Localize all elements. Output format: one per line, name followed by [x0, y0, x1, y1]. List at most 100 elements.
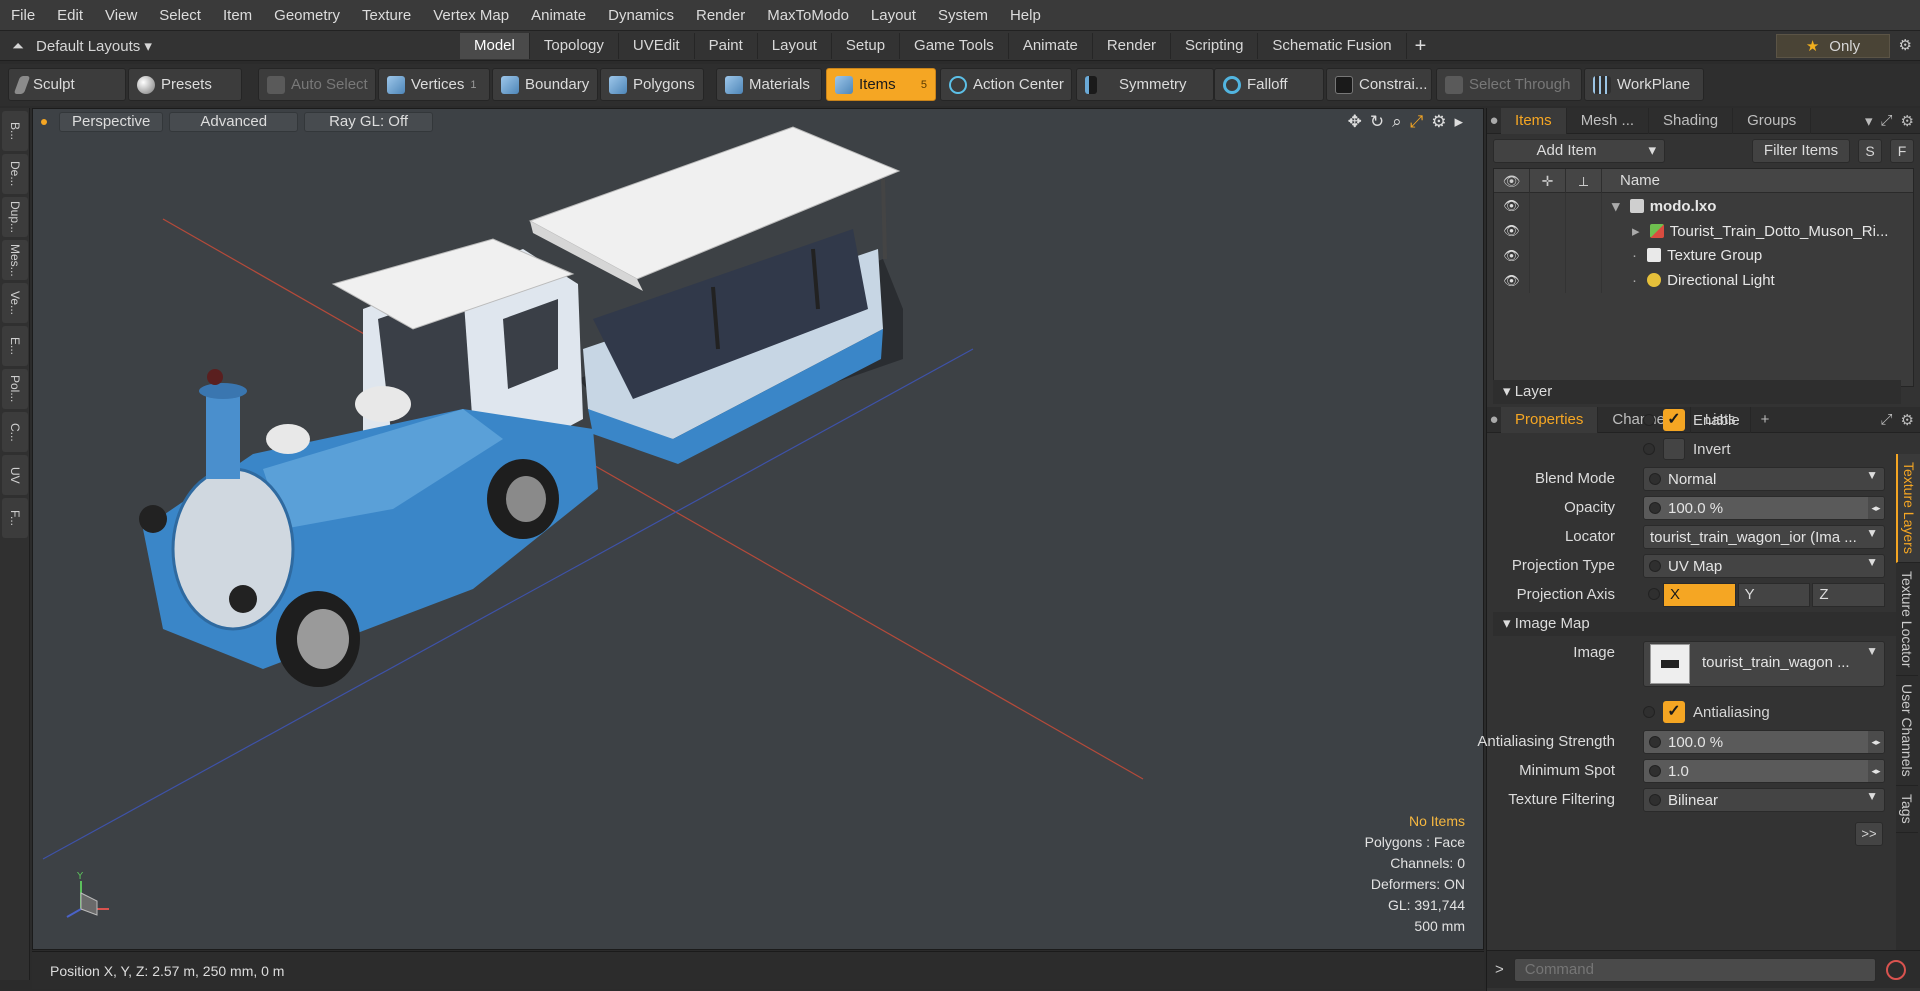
items-button[interactable]: Items 5 — [826, 68, 936, 101]
opacity-slider[interactable]: 100.0 % ◂▸ — [1643, 496, 1885, 520]
viewport-settings-icon[interactable]: ⚙ — [1431, 112, 1446, 132]
tab-groups[interactable]: Groups — [1733, 107, 1812, 134]
axis-x-button[interactable]: X — [1663, 583, 1736, 607]
menu-view[interactable]: View — [94, 0, 148, 31]
auto-select-button[interactable]: Auto Select — [258, 68, 376, 101]
shading-dropdown[interactable]: Advanced — [169, 112, 299, 132]
menu-item[interactable]: Item — [212, 0, 263, 31]
menu-system[interactable]: System — [927, 0, 999, 31]
item-row[interactable]: 👁 ▾ modo.lxo — [1494, 193, 1913, 218]
eye-icon[interactable]: 👁 — [1494, 243, 1530, 268]
blend-mode-select[interactable]: Normal ▼ — [1643, 467, 1885, 491]
invert-checkbox[interactable]: Invert — [1643, 438, 1731, 460]
tab-game-tools[interactable]: Game Tools — [900, 33, 1009, 59]
eye-icon[interactable]: 👁 — [1494, 218, 1530, 243]
tab-items[interactable]: Items — [1501, 107, 1567, 134]
left-strip-tab-4[interactable]: Ve... — [2, 283, 28, 323]
menu-vertex-map[interactable]: Vertex Map — [422, 0, 520, 31]
more-button[interactable]: >> — [1855, 822, 1883, 846]
tab-mesh[interactable]: Mesh ... — [1567, 107, 1650, 134]
lock-slot[interactable] — [1530, 218, 1566, 243]
command-input[interactable] — [1513, 957, 1876, 982]
panel-menu-dot-icon[interactable]: ● — [1487, 112, 1501, 129]
eye-icon[interactable]: 👁 — [1494, 268, 1530, 293]
antialiasing-checkbox[interactable]: ✓ Antialiasing — [1643, 701, 1770, 723]
layouts-selector[interactable]: ⏶ Default Layouts ▾ — [12, 31, 152, 61]
left-strip-tab-1[interactable]: De... — [2, 154, 28, 194]
maximize-icon[interactable]: ⤢ — [1410, 112, 1424, 132]
tab-render[interactable]: Render — [1093, 33, 1172, 59]
sculpt-button[interactable]: Sculpt — [8, 68, 126, 101]
left-strip-tab-3[interactable]: Mes... — [2, 240, 28, 280]
menu-help[interactable]: Help — [999, 0, 1052, 31]
perspective-dropdown[interactable]: Perspective — [59, 112, 164, 132]
collapsed-arrow-icon[interactable]: ▸ — [1632, 223, 1644, 240]
polygons-button[interactable]: Polygons — [600, 68, 704, 101]
panel-settings-icon[interactable]: ⚙ — [1901, 112, 1914, 130]
menu-animate[interactable]: Animate — [520, 0, 597, 31]
item-row[interactable]: 👁 · Directional Light — [1494, 268, 1913, 293]
tab-overflow-icon[interactable]: ▾ — [1865, 112, 1873, 130]
vertices-button[interactable]: Vertices 1 — [378, 68, 490, 101]
viewport-expand-arrow-icon[interactable]: ▸ — [1454, 112, 1463, 132]
minimum-spot-slider[interactable]: 1.0 ◂▸ — [1643, 759, 1885, 783]
panel-maximize-icon[interactable]: ⤢ — [1881, 112, 1893, 130]
tab-scripting[interactable]: Scripting — [1171, 33, 1259, 59]
menu-render[interactable]: Render — [685, 0, 756, 31]
image-map-section[interactable]: ▾ Image Map — [1493, 612, 1901, 636]
layouts-dropdown[interactable]: Default Layouts ▾ — [36, 37, 152, 55]
left-strip-tab-7[interactable]: C... — [2, 412, 28, 452]
filter-items-button[interactable]: Filter Items — [1752, 139, 1850, 163]
stepper-arrows-icon[interactable]: ◂▸ — [1868, 731, 1884, 753]
eye-icon[interactable]: 👁 — [1494, 193, 1530, 218]
type-column-icon[interactable]: ⟂ — [1566, 168, 1602, 193]
scene-canvas[interactable] — [33, 109, 1484, 950]
item-row[interactable]: 👁 · Texture Group — [1494, 243, 1913, 268]
projection-type-select[interactable]: UV Map ▼ — [1643, 554, 1885, 578]
collapse-arrow-icon[interactable]: ⏶ — [12, 38, 24, 55]
vtab-texture-locator[interactable]: Texture Locator — [1896, 563, 1918, 677]
zoom-icon[interactable]: ⌕ — [1392, 112, 1402, 132]
add-layout-tab-icon[interactable]: + — [1415, 35, 1427, 58]
constraints-button[interactable]: Constrai... — [1326, 68, 1432, 101]
lock-slot[interactable] — [1530, 243, 1566, 268]
menu-maxtomodo[interactable]: MaxToModo — [756, 0, 860, 31]
left-strip-tab-2[interactable]: Dup... — [2, 197, 28, 237]
menu-dynamics[interactable]: Dynamics — [597, 0, 685, 31]
left-strip-tab-9[interactable]: F... — [2, 498, 28, 538]
image-select[interactable]: tourist_train_wagon ... ▼ — [1643, 641, 1885, 687]
axis-y-button[interactable]: Y — [1737, 583, 1811, 607]
item-row[interactable]: 👁 ▸ Tourist_Train_Dotto_Muson_Ri... — [1494, 218, 1913, 243]
lock-column-icon[interactable]: ✛ — [1530, 168, 1566, 193]
add-item-button[interactable]: Add Item ▾ — [1493, 139, 1665, 163]
gear-icon[interactable]: ⚙ — [1899, 36, 1912, 54]
tab-model[interactable]: Model — [460, 33, 530, 59]
left-strip-tab-0[interactable]: B... — [2, 111, 28, 151]
tab-topology[interactable]: Topology — [530, 33, 619, 59]
vtab-texture-layers[interactable]: Texture Layers — [1896, 454, 1920, 563]
left-strip-tab-5[interactable]: E... — [2, 326, 28, 366]
3d-viewport[interactable]: Perspective Advanced Ray GL: Off ✥ ↻ ⌕ ⤢… — [32, 108, 1484, 950]
menu-file[interactable]: File — [0, 0, 46, 31]
boundary-button[interactable]: Boundary — [492, 68, 598, 101]
workplane-button[interactable]: WorkPlane — [1584, 68, 1704, 101]
raygl-dropdown[interactable]: Ray GL: Off — [304, 112, 434, 132]
f-button[interactable]: F — [1890, 139, 1914, 163]
viewport-menu-dot[interactable] — [41, 119, 47, 125]
symmetry-button[interactable]: Symmetry — [1076, 68, 1214, 101]
menu-texture[interactable]: Texture — [351, 0, 422, 31]
record-macro-icon[interactable] — [1885, 959, 1906, 980]
expanded-arrow-icon[interactable]: ▾ — [1612, 198, 1624, 215]
layer-section[interactable]: ▾ Layer — [1493, 380, 1901, 404]
vtab-user-channels[interactable]: User Channels — [1896, 676, 1918, 786]
menu-layout[interactable]: Layout — [860, 0, 927, 31]
falloff-button[interactable]: Falloff — [1214, 68, 1324, 101]
enable-checkbox[interactable]: ✓ Enable — [1643, 409, 1740, 431]
name-column-header[interactable]: Name — [1602, 172, 1660, 189]
pan-icon[interactable]: ✥ — [1348, 112, 1362, 132]
menu-edit[interactable]: Edit — [46, 0, 94, 31]
tab-layout[interactable]: Layout — [758, 33, 832, 59]
left-strip-tab-8[interactable]: UV — [2, 455, 28, 495]
materials-button[interactable]: Materials — [716, 68, 822, 101]
lock-slot[interactable] — [1530, 268, 1566, 293]
